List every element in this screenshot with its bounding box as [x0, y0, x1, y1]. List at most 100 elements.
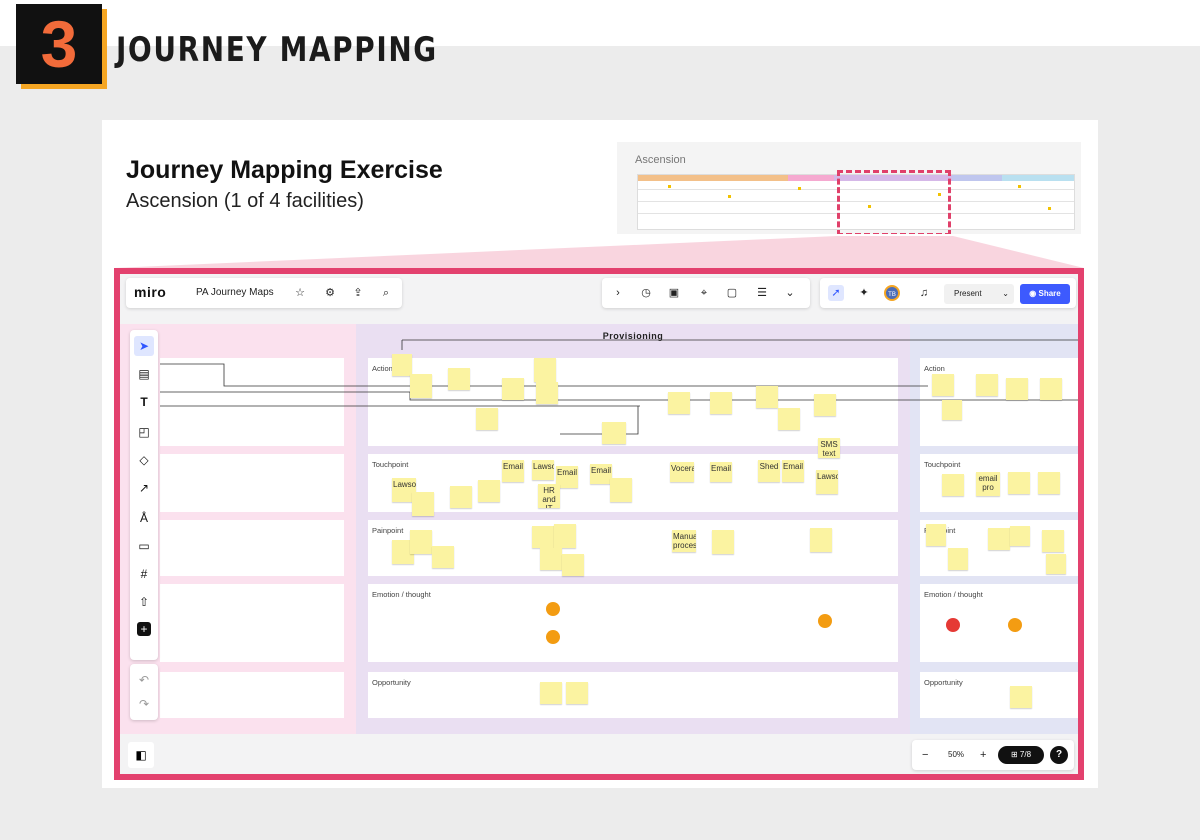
chevrons-down-icon[interactable]: ⌄ — [782, 285, 798, 301]
board-name[interactable]: PA Journey Maps — [196, 287, 274, 298]
angry-face-icon[interactable] — [818, 614, 832, 628]
sticky-note[interactable] — [536, 382, 558, 404]
sticky-note[interactable] — [562, 554, 584, 576]
sticky-note[interactable] — [932, 374, 954, 396]
sticky-note[interactable] — [1038, 472, 1060, 494]
angry-face-icon[interactable] — [946, 618, 960, 632]
sticky-note[interactable] — [1046, 554, 1066, 574]
comment-tool-icon[interactable]: ▭ — [134, 536, 154, 556]
shapes-tool-icon[interactable]: ◇ — [134, 450, 154, 470]
chevron-right-icon[interactable]: › — [610, 285, 626, 301]
angry-face-icon[interactable] — [1008, 618, 1022, 632]
sticky-note[interactable] — [602, 422, 626, 444]
sticky-note[interactable] — [756, 386, 778, 408]
sticky-note[interactable] — [1010, 686, 1032, 708]
share-button[interactable]: ◉ Share — [1020, 284, 1070, 304]
sticky-note[interactable] — [1040, 378, 1062, 400]
undo-icon[interactable]: ↶ — [134, 670, 154, 690]
zoom-level[interactable]: 50% — [948, 747, 964, 763]
sticky-note[interactable] — [554, 524, 576, 548]
sticky-note[interactable] — [448, 368, 470, 390]
star-icon[interactable]: ☆ — [292, 285, 308, 301]
sticky-note[interactable] — [476, 408, 498, 430]
angry-face-icon[interactable] — [546, 602, 560, 616]
sticky-note-tool-icon[interactable]: ◰ — [134, 422, 154, 442]
redo-icon[interactable]: ↷ — [134, 694, 154, 714]
sticky-note[interactable]: Lawson — [532, 460, 554, 480]
sticky-note[interactable] — [410, 530, 432, 554]
sticky-note[interactable] — [566, 682, 588, 704]
sticky-note[interactable] — [540, 548, 562, 570]
sticky-note[interactable]: Manual process — [672, 530, 696, 552]
connector-tool-icon[interactable]: ↗ — [134, 478, 154, 498]
sticky-note[interactable] — [948, 548, 968, 570]
sticky-note[interactable] — [450, 486, 472, 508]
zoom-out-icon[interactable]: − — [922, 747, 928, 763]
sticky-note[interactable]: HR and IT — [538, 484, 560, 508]
sticky-note[interactable] — [392, 354, 412, 376]
sticky-note[interactable] — [534, 358, 556, 382]
sticky-note[interactable] — [988, 528, 1010, 550]
sticky-note[interactable] — [1010, 526, 1030, 546]
sticky-note[interactable] — [668, 392, 690, 414]
sticky-note[interactable]: Shed — [758, 460, 780, 482]
sticky-note[interactable] — [778, 408, 800, 430]
share-toolbar: ➚ ✦ TB ♫ Present ⌄ ◉ Share — [820, 278, 1076, 308]
avatar[interactable]: TB — [884, 285, 900, 301]
celebrate-icon[interactable]: ✦ — [856, 285, 872, 301]
upload-tool-icon[interactable]: ⇧ — [134, 592, 154, 612]
document-icon[interactable]: ☰ — [754, 285, 770, 301]
sticky-note[interactable] — [814, 394, 836, 416]
panel-toggle-icon[interactable]: ◧ — [128, 742, 154, 768]
sticky-note[interactable] — [532, 526, 554, 548]
sticky-note[interactable] — [610, 478, 632, 502]
help-icon[interactable]: ? — [1050, 746, 1068, 764]
sticky-note[interactable] — [926, 524, 946, 546]
text-tool-icon[interactable]: T — [134, 392, 154, 412]
sticky-note[interactable]: Email — [710, 462, 732, 482]
sticky-note[interactable] — [942, 474, 964, 496]
sticky-note[interactable]: Lawson — [816, 470, 838, 494]
sticky-note[interactable] — [976, 374, 998, 396]
sticky-note[interactable] — [1042, 530, 1064, 552]
sticky-note[interactable] — [410, 374, 432, 398]
gear-icon[interactable]: ⚙ — [322, 285, 338, 301]
sticky-note[interactable] — [710, 392, 732, 414]
sticky-note[interactable] — [502, 378, 524, 400]
chevron-down-icon[interactable]: ⌄ — [1002, 284, 1009, 304]
sticky-note[interactable] — [1006, 378, 1028, 400]
frame-tool-icon[interactable]: ▤ — [134, 364, 154, 384]
sticky-note[interactable]: Vocera — [670, 462, 694, 482]
frame-grid-tool-icon[interactable]: # — [134, 564, 154, 584]
sticky-note[interactable] — [712, 530, 734, 554]
timer-icon[interactable]: ◷ — [638, 285, 654, 301]
sticky-note[interactable]: Email — [590, 464, 612, 484]
miro-screenshot-frame: Provisioning Action Touchpoint Painpoint… — [114, 268, 1084, 780]
add-tool-icon[interactable]: + — [137, 622, 151, 636]
present-button[interactable]: Present ⌄ — [944, 284, 1014, 304]
search-icon[interactable]: ⌕ — [378, 285, 394, 301]
sticky-note[interactable]: SMS text — [818, 438, 840, 458]
sticky-note[interactable] — [810, 528, 832, 552]
sticky-note[interactable] — [432, 546, 454, 568]
bell-icon[interactable]: ♫ — [916, 285, 932, 301]
sticky-note[interactable]: email pro — [976, 472, 1000, 496]
select-tool-icon[interactable]: ➤ — [134, 336, 154, 356]
pen-tool-icon[interactable]: Å — [134, 508, 154, 528]
cursor-icon[interactable]: ➚ — [828, 285, 844, 301]
angry-face-icon[interactable] — [546, 630, 560, 644]
focus-icon[interactable]: ⌖ — [696, 285, 712, 301]
frames-counter[interactable]: ⊞ 7/8 — [998, 746, 1044, 764]
zoom-in-icon[interactable]: + — [980, 747, 986, 763]
upload-icon[interactable]: ⇪ — [350, 285, 366, 301]
vote-icon[interactable]: ▢ — [724, 285, 740, 301]
sticky-note[interactable] — [942, 400, 962, 420]
card-icon[interactable]: ▣ — [666, 285, 682, 301]
sticky-note[interactable] — [540, 682, 562, 704]
sticky-note[interactable] — [1008, 472, 1030, 494]
sticky-note[interactable]: Email — [782, 460, 804, 482]
sticky-note[interactable]: Email — [502, 460, 524, 482]
miro-logo[interactable]: miro — [134, 284, 166, 300]
sticky-note[interactable] — [412, 492, 434, 516]
sticky-note[interactable] — [478, 480, 500, 502]
